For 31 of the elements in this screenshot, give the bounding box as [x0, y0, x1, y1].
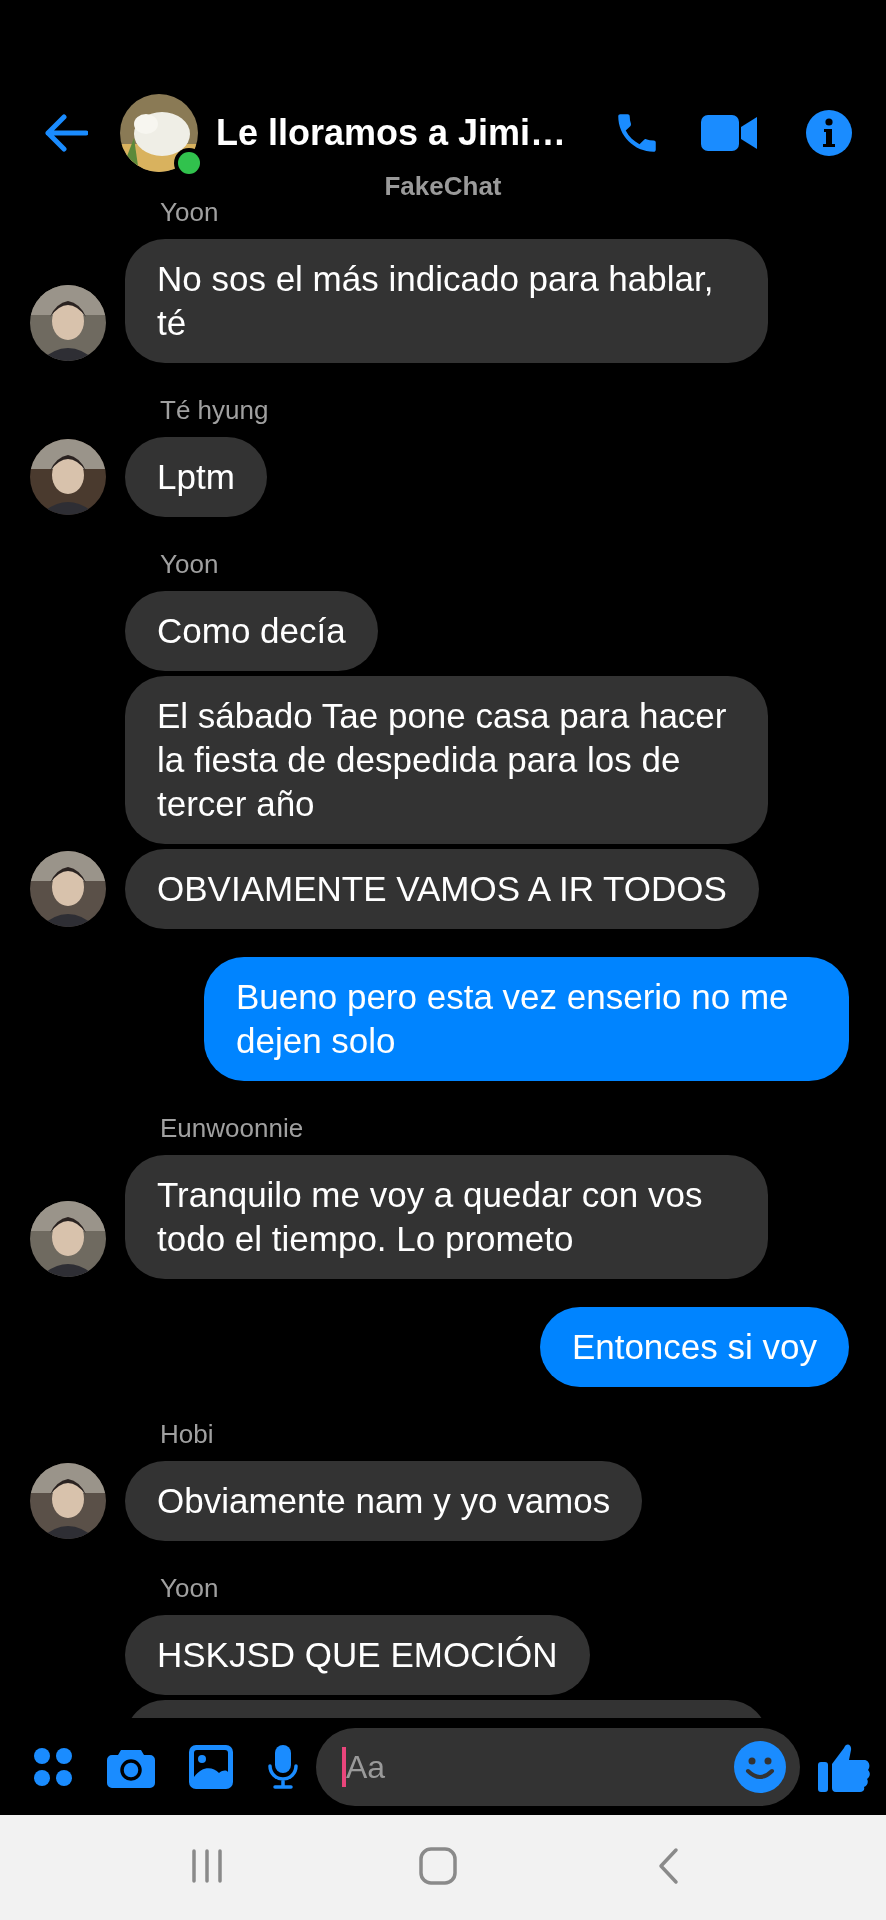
- message-field[interactable]: Aa: [316, 1727, 800, 1806]
- sender-name: Eunwoonnie: [160, 1113, 304, 1143]
- message-bubble: Obviamente nam y yo vamos: [125, 1461, 643, 1541]
- sender-name: Yoon: [160, 1573, 219, 1603]
- sender-name: Yoon: [160, 549, 219, 579]
- video-camera-icon[interactable]: [701, 113, 757, 153]
- image-icon[interactable]: [189, 1744, 233, 1789]
- info-icon[interactable]: [806, 110, 852, 156]
- message-input[interactable]: Aa: [346, 1742, 734, 1791]
- message-bubble: No sos el más indicado para hablar, té: [125, 239, 768, 363]
- back-arrow-icon[interactable]: [42, 113, 88, 153]
- message-bubble: HSKJSD QUE EMOCIÓN: [125, 1615, 590, 1695]
- message-bubble: Como decía: [125, 591, 378, 671]
- message-bubble: OBVIAMENTE VAMOS A IR TODOS: [125, 849, 759, 929]
- emoji-icon[interactable]: [734, 1740, 786, 1793]
- sender-name: Té hyung: [160, 395, 269, 425]
- thumbs-up-icon[interactable]: [818, 1741, 870, 1792]
- back-icon[interactable]: [656, 1847, 680, 1885]
- recent-apps-icon[interactable]: [191, 1849, 223, 1883]
- sender-name: Yoon: [160, 197, 219, 227]
- message-bubble: Tranquilo me voy a quedar con vos todo el tiempo. Lo prometo: [125, 1155, 768, 1279]
- apps-icon[interactable]: [33, 1746, 73, 1787]
- chat-title: Le lloramos a Jimi…: [216, 111, 567, 155]
- home-icon[interactable]: [419, 1847, 457, 1885]
- microphone-icon[interactable]: [267, 1744, 299, 1789]
- message-bubble: Lptm: [125, 437, 267, 517]
- message-bubble: El sábado Tae pone casa para hacer la fiesta de despedida para los de tercer año: [125, 676, 768, 844]
- app-name: FakeChat: [383, 171, 503, 201]
- sender-name: Hobi: [160, 1419, 214, 1449]
- message-bubble: Bueno pero esta vez enserio no me dejen solo: [204, 957, 849, 1081]
- message-bubble: Entonces si voy: [539, 1307, 849, 1387]
